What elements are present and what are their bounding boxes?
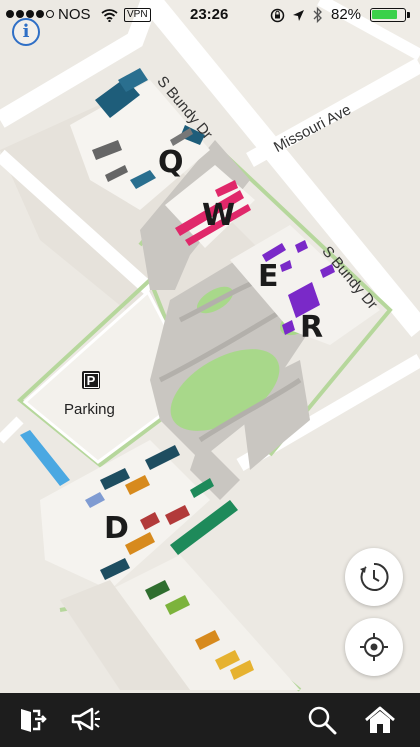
wifi-icon (101, 9, 118, 22)
locate-me-button[interactable] (345, 618, 403, 676)
parking-icon[interactable]: P (82, 371, 100, 389)
clock-time: 23:26 (190, 6, 229, 23)
clock-history-icon (360, 562, 389, 591)
parking-label: Parking (64, 401, 115, 418)
battery-tip (407, 12, 410, 18)
battery-percent: 82% (331, 6, 362, 23)
carrier-name: NOS (58, 6, 91, 23)
signal-strength-icon (6, 10, 54, 18)
battery-icon (370, 8, 406, 22)
home-icon (365, 706, 395, 733)
building-label-w[interactable]: W (202, 201, 235, 231)
building-label-q[interactable]: Q (158, 148, 184, 178)
bottom-toolbar (0, 693, 420, 747)
search-button[interactable] (304, 702, 340, 738)
building-label-r[interactable]: R (300, 313, 323, 343)
vpn-badge: VPN (124, 8, 151, 22)
exit-button[interactable] (14, 702, 50, 738)
search-icon (308, 706, 337, 735)
home-button[interactable] (362, 702, 398, 738)
status-bar: NOS VPN 23:26 82% (0, 0, 420, 30)
history-button[interactable] (345, 548, 403, 606)
megaphone-icon (71, 707, 100, 731)
crosshair-locate-icon (360, 633, 388, 661)
building-label-d[interactable]: D (104, 514, 129, 544)
location-arrow-icon (293, 10, 304, 21)
announcements-button[interactable] (68, 702, 104, 738)
rotation-lock-icon (270, 8, 285, 23)
building-label-e[interactable]: E (258, 262, 279, 292)
bluetooth-icon (313, 6, 322, 24)
exit-icon (21, 709, 47, 732)
info-button[interactable]: i (12, 18, 40, 46)
